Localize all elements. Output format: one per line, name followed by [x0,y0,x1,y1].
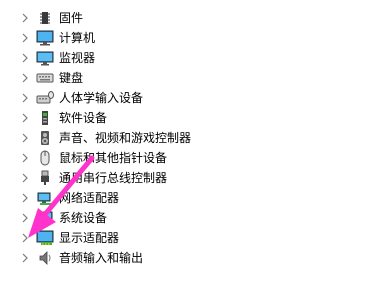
tree-item-label: 软件设备 [59,111,108,125]
tree-item-label: 固件 [59,11,84,25]
chevron-right-icon[interactable] [20,68,30,88]
tree-item-label: 系统设备 [59,211,108,225]
tree-item-label: 显示适配器 [59,231,120,245]
tree-item-sound-video-game[interactable]: 声音、视频和游戏控制器 [0,128,366,148]
chevron-right-icon[interactable] [20,48,30,68]
tree-item-label: 声音、视频和游戏控制器 [59,131,192,145]
mouse-icon [36,150,54,166]
display-adapter-icon [36,230,54,246]
usb-icon [36,170,54,186]
tree-item-software-devices[interactable]: 软件设备 [0,108,366,128]
tree-item-usb-controllers[interactable]: 通用串行总线控制器 [0,168,366,188]
audio-io-icon [36,250,54,266]
firmware-icon [36,10,54,26]
chevron-right-icon[interactable] [20,88,30,108]
tree-item-computer[interactable]: 计算机 [0,28,366,48]
chevron-right-icon[interactable] [20,188,30,208]
tree-item-system-devices[interactable]: 系统设备 [0,208,366,228]
sound-video-icon [36,130,54,146]
tree-item-label: 键盘 [59,71,84,85]
chevron-right-icon[interactable] [20,168,30,188]
chevron-right-icon[interactable] [20,28,30,48]
chevron-right-icon[interactable] [20,108,30,128]
software-device-icon [36,110,54,126]
tree-item-label: 通用串行总线控制器 [59,171,168,185]
tree-item-label: 音频输入和输出 [59,251,144,265]
hid-icon [36,90,54,106]
tree-item-label: 监视器 [59,51,96,65]
tree-item-label: 鼠标和其他指针设备 [59,151,168,165]
network-adapter-icon [36,190,54,206]
tree-item-audio-io[interactable]: 音频输入和输出 [0,248,366,268]
chevron-right-icon[interactable] [20,228,30,248]
tree-item-keyboards[interactable]: 键盘 [0,68,366,88]
tree-item-network-adapters[interactable]: 网络适配器 [0,188,366,208]
tree-item-hid[interactable]: 人体学输入设备 [0,88,366,108]
computer-icon [36,30,54,46]
chevron-right-icon[interactable] [20,128,30,148]
system-device-icon [36,210,54,226]
chevron-right-icon[interactable] [20,208,30,228]
chevron-right-icon[interactable] [20,8,30,28]
tree-item-display-adapters[interactable]: 显示适配器 [0,228,366,248]
keyboard-icon [36,70,54,86]
monitor-icon [36,50,54,66]
tree-item-label: 人体学输入设备 [59,91,144,105]
tree-item-monitors[interactable]: 监视器 [0,48,366,68]
chevron-right-icon[interactable] [20,248,30,268]
tree-item-firmware[interactable]: 固件 [0,8,366,28]
chevron-right-icon[interactable] [20,148,30,168]
tree-item-mice[interactable]: 鼠标和其他指针设备 [0,148,366,168]
device-tree: 固件 计算机 监视器 键盘 人体学输入设备 软件设备 声音、视频和游戏控制器 鼠… [0,8,366,268]
tree-item-label: 网络适配器 [59,191,120,205]
tree-item-label: 计算机 [59,31,96,45]
